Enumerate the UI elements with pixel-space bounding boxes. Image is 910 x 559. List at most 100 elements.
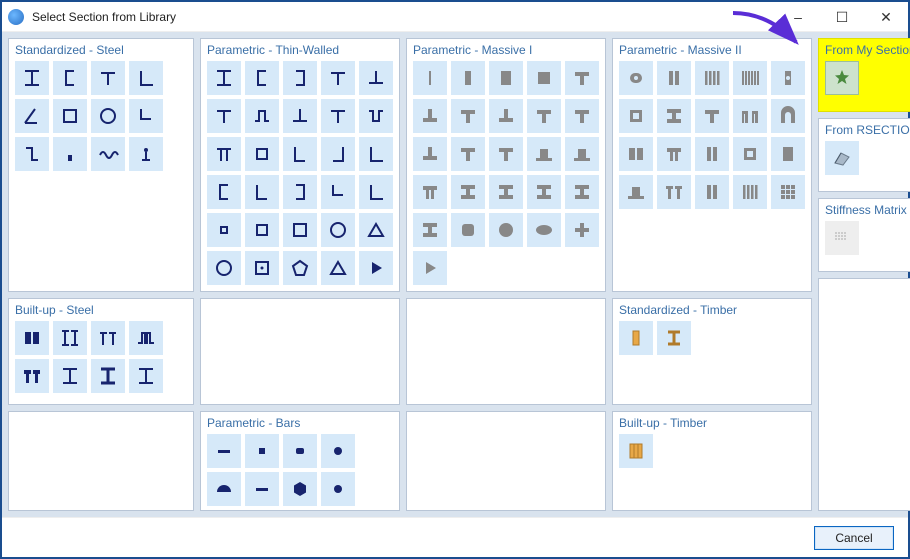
section-tile-pi-mass[interactable] bbox=[657, 137, 691, 171]
section-tile-double-t[interactable] bbox=[657, 175, 691, 209]
section-tile-Tmass-r[interactable] bbox=[489, 99, 523, 133]
section-tile-Imass[interactable] bbox=[565, 175, 599, 209]
section-tile-bars2[interactable] bbox=[657, 61, 691, 95]
section-tile-Ibeam[interactable] bbox=[53, 359, 87, 393]
section-tile-box2[interactable] bbox=[619, 137, 653, 171]
section-tile-rect-tube[interactable] bbox=[283, 213, 317, 247]
section-tile-bar[interactable] bbox=[451, 61, 485, 95]
section-tile-Ibeam[interactable] bbox=[15, 61, 49, 95]
section-tile-Cchan-r[interactable] bbox=[283, 61, 317, 95]
section-tile-Tmass-r[interactable] bbox=[413, 137, 447, 171]
section-tile-Ibeam[interactable] bbox=[207, 61, 241, 95]
section-tile-Tmass2[interactable] bbox=[15, 359, 49, 393]
section-tile-hex[interactable] bbox=[283, 472, 317, 506]
section-tile-Tsection-r[interactable] bbox=[283, 99, 317, 133]
section-tile-half[interactable] bbox=[207, 472, 241, 506]
section-tile-wave[interactable] bbox=[91, 137, 125, 171]
section-tile-cross[interactable] bbox=[565, 213, 599, 247]
section-tile-bars4[interactable] bbox=[733, 175, 767, 209]
section-tile-Cchan[interactable] bbox=[207, 175, 241, 209]
section-tile-box[interactable] bbox=[245, 213, 279, 247]
section-tile-bars6[interactable] bbox=[733, 61, 767, 95]
section-tile-Tsection[interactable] bbox=[321, 99, 355, 133]
section-tile-o-slot[interactable] bbox=[619, 61, 653, 95]
section-tile-ellipse[interactable] bbox=[527, 213, 561, 247]
section-tile-Imass[interactable] bbox=[413, 213, 447, 247]
section-tile-Tmass[interactable] bbox=[489, 137, 523, 171]
section-tile-Tmass-r[interactable] bbox=[413, 99, 447, 133]
section-tile-pentagon[interactable] bbox=[283, 251, 317, 285]
section-tile-timber[interactable] bbox=[619, 321, 653, 355]
section-tile-Lshape[interactable] bbox=[245, 175, 279, 209]
section-tile-pi-mass[interactable] bbox=[413, 175, 447, 209]
section-tile-bars2[interactable] bbox=[695, 137, 729, 171]
section-tile-Lshape-r[interactable] bbox=[321, 137, 355, 171]
section-tile-rsec[interactable] bbox=[825, 141, 859, 175]
section-tile-bar-wide[interactable] bbox=[489, 61, 523, 95]
section-tile-Tsection[interactable] bbox=[91, 61, 125, 95]
section-tile-grid9[interactable] bbox=[771, 175, 805, 209]
section-tile-circle[interactable] bbox=[489, 213, 523, 247]
cancel-button[interactable]: Cancel bbox=[814, 526, 894, 550]
section-tile-Tmass[interactable] bbox=[565, 99, 599, 133]
section-tile-play[interactable] bbox=[359, 251, 393, 285]
section-tile-Tsection-r[interactable] bbox=[359, 61, 393, 95]
section-tile-pi[interactable] bbox=[207, 137, 241, 171]
section-tile-small-box[interactable] bbox=[207, 213, 241, 247]
section-tile-Imass[interactable] bbox=[657, 99, 691, 133]
section-tile-Ibeam-th[interactable] bbox=[91, 359, 125, 393]
section-tile-box[interactable] bbox=[245, 137, 279, 171]
section-tile-Ibeam[interactable] bbox=[129, 359, 163, 393]
section-tile-box-dots[interactable] bbox=[245, 251, 279, 285]
section-tile-Imass[interactable] bbox=[451, 175, 485, 209]
section-tile-bar-wide[interactable] bbox=[771, 137, 805, 171]
section-tile-hat-mass[interactable] bbox=[565, 137, 599, 171]
section-tile-arch2[interactable] bbox=[733, 99, 767, 133]
section-tile-bar-flat[interactable] bbox=[245, 472, 279, 506]
section-tile-bars2[interactable] bbox=[695, 175, 729, 209]
section-tile-Lshape2[interactable] bbox=[321, 175, 355, 209]
section-tile-Tmass[interactable] bbox=[565, 61, 599, 95]
section-tile-Ibeam2[interactable] bbox=[53, 321, 87, 355]
section-tile-bar-hole[interactable] bbox=[771, 61, 805, 95]
section-tile-circle-sm[interactable] bbox=[321, 434, 355, 468]
section-tile-Tsection2[interactable] bbox=[91, 321, 125, 355]
section-tile-Zshape[interactable] bbox=[15, 137, 49, 171]
maximize-button[interactable]: ☐ bbox=[820, 3, 864, 31]
section-tile-box-h[interactable] bbox=[733, 137, 767, 171]
section-tile-circ-tube[interactable] bbox=[321, 213, 355, 247]
section-tile-bars4[interactable] bbox=[695, 61, 729, 95]
section-tile-hat-mass[interactable] bbox=[619, 175, 653, 209]
section-tile-circle-out[interactable] bbox=[207, 251, 241, 285]
section-tile-timber-i[interactable] bbox=[657, 321, 691, 355]
section-tile-circ-tube[interactable] bbox=[91, 99, 125, 133]
section-tile-play[interactable] bbox=[413, 251, 447, 285]
section-tile-bar-th[interactable] bbox=[413, 61, 447, 95]
section-tile-box2[interactable] bbox=[15, 321, 49, 355]
section-tile-Tsection[interactable] bbox=[321, 61, 355, 95]
section-tile-arch[interactable] bbox=[771, 99, 805, 133]
section-tile-Tmass[interactable] bbox=[451, 99, 485, 133]
section-tile-circle-sm[interactable] bbox=[321, 472, 355, 506]
section-tile-angle[interactable] bbox=[15, 99, 49, 133]
section-tile-Lshape[interactable] bbox=[283, 137, 317, 171]
section-tile-Langle[interactable] bbox=[359, 175, 393, 209]
section-tile-square-sm[interactable] bbox=[245, 434, 279, 468]
section-tile-Imass[interactable] bbox=[527, 175, 561, 209]
section-tile-Tmass[interactable] bbox=[451, 137, 485, 171]
section-tile-base[interactable] bbox=[53, 137, 87, 171]
section-tile-timber-wide[interactable] bbox=[619, 434, 653, 468]
section-tile-triangle[interactable] bbox=[359, 213, 393, 247]
section-tile-rrect[interactable] bbox=[451, 213, 485, 247]
section-tile-Cchan-r[interactable] bbox=[283, 175, 317, 209]
minimize-button[interactable]: – bbox=[776, 3, 820, 31]
section-tile-Lshape2[interactable] bbox=[129, 99, 163, 133]
section-tile-Tmass[interactable] bbox=[695, 99, 729, 133]
section-tile-rect-tube[interactable] bbox=[53, 99, 87, 133]
section-tile-Langle[interactable] bbox=[359, 137, 393, 171]
section-tile-bar-flat[interactable] bbox=[207, 434, 241, 468]
section-tile-Cchan[interactable] bbox=[53, 61, 87, 95]
section-tile-hat[interactable] bbox=[245, 99, 279, 133]
section-tile-hat-r[interactable] bbox=[359, 99, 393, 133]
section-tile-Cchan[interactable] bbox=[245, 61, 279, 95]
